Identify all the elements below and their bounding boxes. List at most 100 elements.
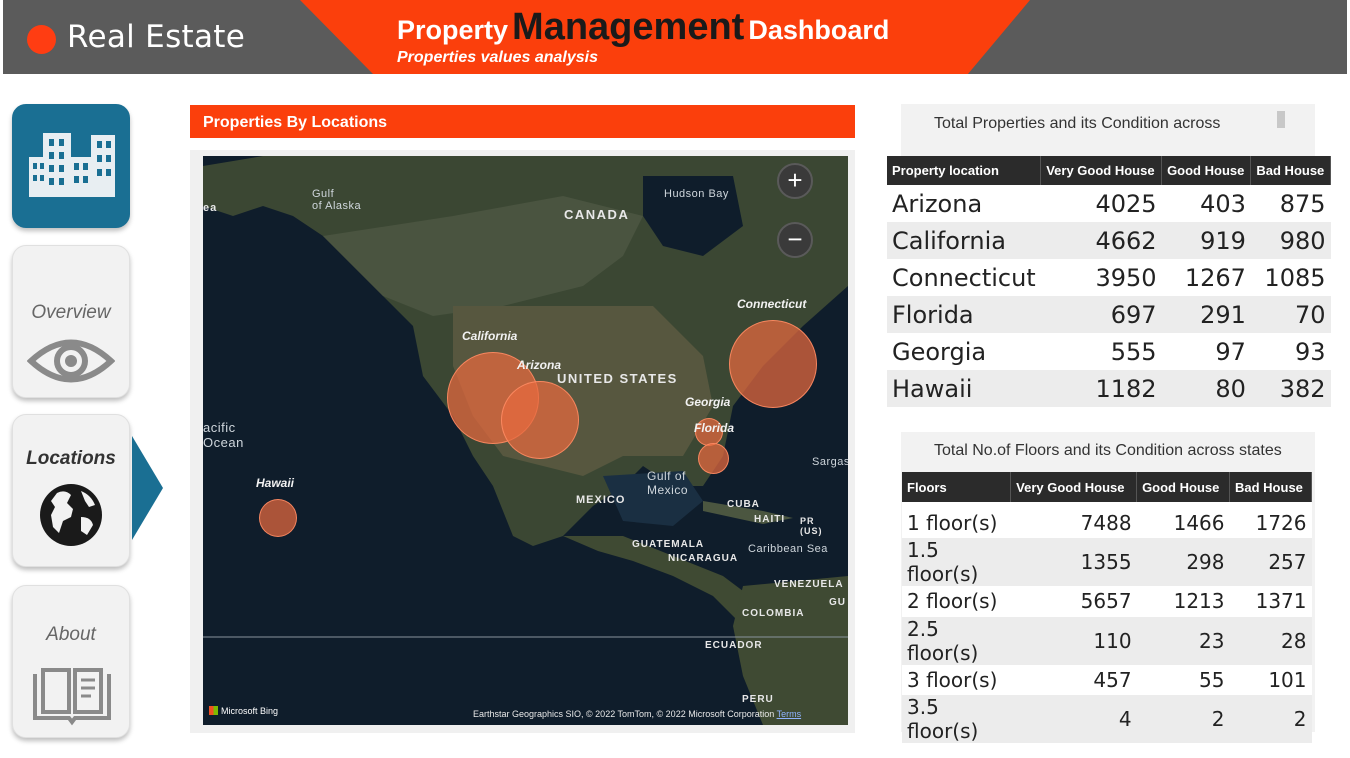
bubble-label-hawaii: Hawaii [256, 476, 295, 490]
page-subtitle: Properties values analysis [397, 49, 598, 66]
cell-value: 101 [1229, 664, 1312, 695]
table-row: 1 floor(s) 7488 1466 1726 [902, 502, 1312, 538]
column-header-good[interactable]: Good House [1161, 156, 1252, 185]
brand-title: Real Estate [67, 19, 246, 55]
title-part-1: Property [397, 15, 509, 45]
cell-location: Georgia [887, 333, 1041, 370]
nav-overview-label: Overview [31, 302, 111, 323]
dashboard-root: Real Estate Property Management Dashboard … [0, 0, 1350, 758]
map-label-caribbean: Caribbean Sea [748, 543, 828, 555]
cell-value: 298 [1136, 538, 1230, 586]
cell-floors: 2 floor(s) [902, 586, 1011, 617]
column-header-bad[interactable]: Bad House [1229, 472, 1312, 502]
nav-home-button[interactable] [12, 104, 130, 228]
nav-overview-button[interactable]: Overview [12, 245, 130, 398]
book-icon [33, 668, 111, 726]
bing-logo: Microsoft Bing [209, 706, 278, 716]
cell-value: 875 [1250, 185, 1331, 222]
nav-active-arrow-icon [132, 436, 163, 540]
map-label-gulf-alaska: Gulf of Alaska [312, 188, 362, 212]
nav-about-label: About [46, 624, 96, 645]
column-header-very-good[interactable]: Very Good House [1010, 472, 1138, 502]
attribution-text: Earthstar Geographics SIO, © 2022 TomTom… [473, 709, 775, 719]
microsoft-logo-icon [209, 706, 218, 715]
cell-value: 291 [1161, 296, 1251, 333]
map-label-sargasso: Sargas [812, 456, 848, 468]
cell-value: 919 [1161, 222, 1251, 259]
title-part-3: Dashboard [748, 15, 890, 45]
cell-value: 1213 [1136, 586, 1230, 617]
bubble-arizona[interactable] [501, 381, 579, 459]
table-row: Hawaii 1182 80 382 [887, 370, 1331, 407]
table-row: Florida 697 291 70 [887, 296, 1331, 333]
map-view[interactable]: Gulf of Alaska ea CANADA Hudson Bay UNITE… [203, 156, 848, 725]
cell-location: Arizona [887, 185, 1041, 222]
table-row: 3.5 floor(s) 4 2 2 [902, 695, 1312, 743]
map-section-title: Properties By Locations [190, 105, 855, 138]
cell-value: 4 [1010, 695, 1137, 743]
cell-floors: 1.5 floor(s) [902, 538, 1011, 586]
map-label-hudson-bay: Hudson Bay [664, 188, 729, 200]
table-row: Connecticut 3950 1267 1085 [887, 259, 1331, 296]
scrollbar-handle[interactable] [1277, 111, 1285, 128]
cell-value: 70 [1250, 296, 1331, 333]
buildings-icon [29, 133, 115, 197]
cell-value: 403 [1161, 185, 1251, 222]
map-label-edge: ea [203, 202, 218, 214]
map-label-guatemala: GUATEMALA [632, 539, 705, 550]
eye-icon [27, 339, 115, 383]
table-row: 3 floor(s) 457 55 101 [902, 664, 1312, 695]
map-label-venezuela: VENEZUELA [774, 579, 844, 590]
cell-value: 4025 [1040, 185, 1162, 222]
cell-value: 5657 [1010, 586, 1137, 617]
cell-value: 457 [1010, 664, 1137, 695]
map-label-canada: CANADA [564, 207, 630, 222]
map-label-colombia: COLOMBIA [742, 608, 805, 619]
cell-location: California [887, 222, 1041, 259]
column-header-good[interactable]: Good House [1136, 472, 1230, 502]
column-header-bad[interactable]: Bad House [1250, 156, 1331, 185]
zoom-in-button[interactable]: + [777, 163, 813, 199]
bubble-label-california: California [462, 329, 518, 343]
column-header-floors[interactable]: Floors [902, 472, 1012, 502]
map-label-gu: GU [829, 597, 846, 608]
title-part-2: Management [512, 6, 745, 48]
column-header-location[interactable]: Property location [887, 156, 1042, 185]
zoom-out-button[interactable]: − [777, 222, 813, 258]
table-row: 1.5 floor(s) 1355 298 257 [902, 538, 1312, 586]
cell-value: 555 [1040, 333, 1162, 370]
table-row: 2 floor(s) 5657 1213 1371 [902, 586, 1312, 617]
page-title: Property Management Dashboard [397, 6, 889, 49]
nav-locations-label: Locations [26, 448, 116, 469]
bubble-connecticut[interactable] [729, 320, 817, 408]
bubble-label-connecticut: Connecticut [737, 297, 807, 311]
nav-locations-button[interactable]: Locations [12, 414, 130, 567]
bubble-hawaii[interactable] [259, 499, 297, 537]
cell-location: Hawaii [887, 370, 1041, 407]
cell-floors: 1 floor(s) [902, 502, 1011, 538]
cell-value: 382 [1250, 370, 1331, 407]
cell-floors: 2.5 floor(s) [902, 616, 1011, 665]
cell-value: 1085 [1250, 259, 1331, 296]
map-label-peru: PERU [742, 694, 774, 705]
locations-table-panel: Total Properties and its Condition acros… [901, 104, 1315, 156]
terms-link[interactable]: Terms [777, 709, 802, 719]
bubble-georgia[interactable] [698, 443, 729, 474]
table-row: California 4662 919 980 [887, 222, 1331, 259]
cell-value: 697 [1040, 296, 1162, 333]
table-row: Arizona 4025 403 875 [887, 185, 1331, 222]
cell-value: 2 [1229, 695, 1312, 743]
locations-table-title: Total Properties and its Condition acros… [934, 115, 1221, 132]
bubble-label-florida: Florida [694, 421, 735, 435]
map-label-haiti: HAITI [754, 514, 786, 525]
cell-location: Connecticut [887, 259, 1041, 296]
bing-label: Microsoft Bing [221, 706, 279, 716]
map-label-ecuador: ECUADOR [705, 640, 763, 651]
cell-value: 3950 [1040, 259, 1162, 296]
nav-about-button[interactable]: About [12, 585, 130, 738]
cell-value: 97 [1161, 333, 1251, 370]
locations-table: Property location Very Good House Good H… [887, 156, 1331, 407]
cell-value: 93 [1250, 333, 1331, 370]
column-header-very-good[interactable]: Very Good House [1040, 156, 1163, 185]
floors-table: Floors Very Good House Good House Bad Ho… [902, 472, 1312, 743]
